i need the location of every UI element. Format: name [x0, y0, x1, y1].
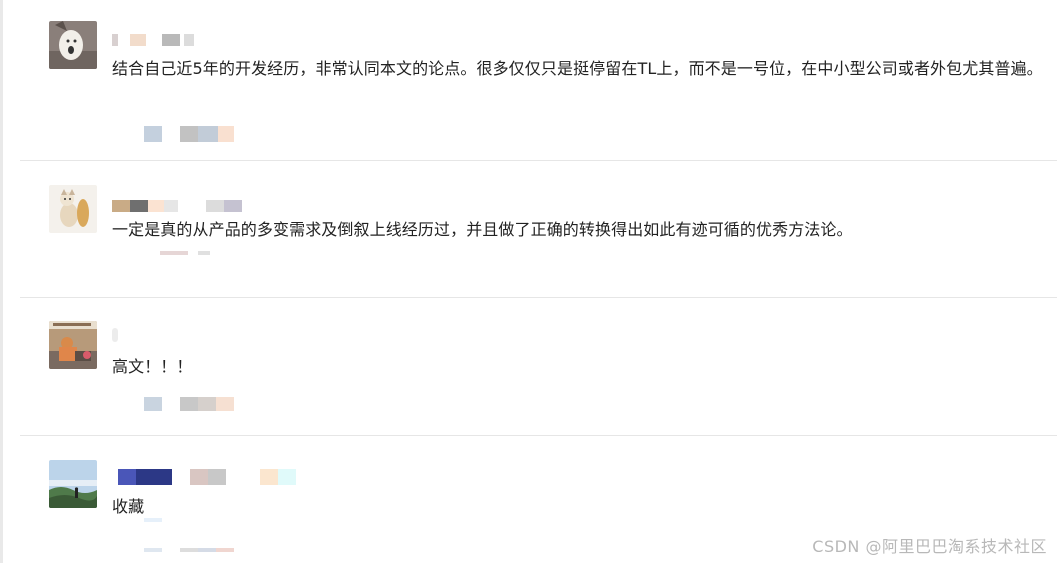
comment-actions[interactable]: [144, 245, 210, 261]
cat-illustration-avatar-icon: [49, 185, 97, 233]
photo-avatar-icon: [49, 321, 97, 369]
comment-item: 高文！！！: [20, 298, 1057, 435]
reply-button[interactable]: [180, 126, 198, 142]
like-button[interactable]: [144, 126, 162, 142]
comment-item: 一定是真的从产品的多变需求及倒叙上线经历过，并且做了正确的转换得出如此有迹可循的…: [20, 161, 1057, 297]
watermark: CSDN @阿里巴巴淘系技术社区: [812, 537, 1047, 556]
like-button[interactable]: [160, 251, 188, 255]
like-button[interactable]: [144, 548, 162, 552]
comment-text: 高文！！！: [112, 357, 193, 376]
comment-actions[interactable]: [144, 396, 234, 412]
like-button[interactable]: [144, 397, 162, 411]
comment-text: 收藏: [112, 497, 145, 516]
reply-button[interactable]: [180, 548, 198, 552]
username-blurred[interactable]: [112, 469, 296, 485]
username-blurred[interactable]: [112, 199, 242, 213]
user-avatar[interactable]: [49, 21, 97, 69]
username-blurred[interactable]: [112, 328, 118, 342]
left-border: [0, 0, 3, 563]
reply-button[interactable]: [198, 251, 210, 255]
landscape-avatar-icon: [49, 460, 97, 508]
user-avatar[interactable]: [49, 460, 97, 508]
user-avatar[interactable]: [49, 185, 97, 233]
comment-actions[interactable]: [144, 126, 234, 142]
user-avatar[interactable]: [49, 321, 97, 369]
comment-item: 结合自己近5年的开发经历，非常认同本文的论点。很多仅仅只是挺停留在TL上，而不是…: [20, 0, 1057, 160]
username-blurred[interactable]: [112, 33, 194, 47]
decor-blur: [144, 518, 162, 522]
reply-button[interactable]: [180, 397, 198, 411]
comment-actions[interactable]: [144, 542, 234, 558]
comment-text: 一定是真的从产品的多变需求及倒叙上线经历过，并且做了正确的转换得出如此有迹可循的…: [112, 220, 853, 239]
cartoon-face-avatar-icon: [49, 21, 97, 69]
comment-text: 结合自己近5年的开发经历，非常认同本文的论点。很多仅仅只是挺停留在TL上，而不是…: [112, 59, 1043, 78]
